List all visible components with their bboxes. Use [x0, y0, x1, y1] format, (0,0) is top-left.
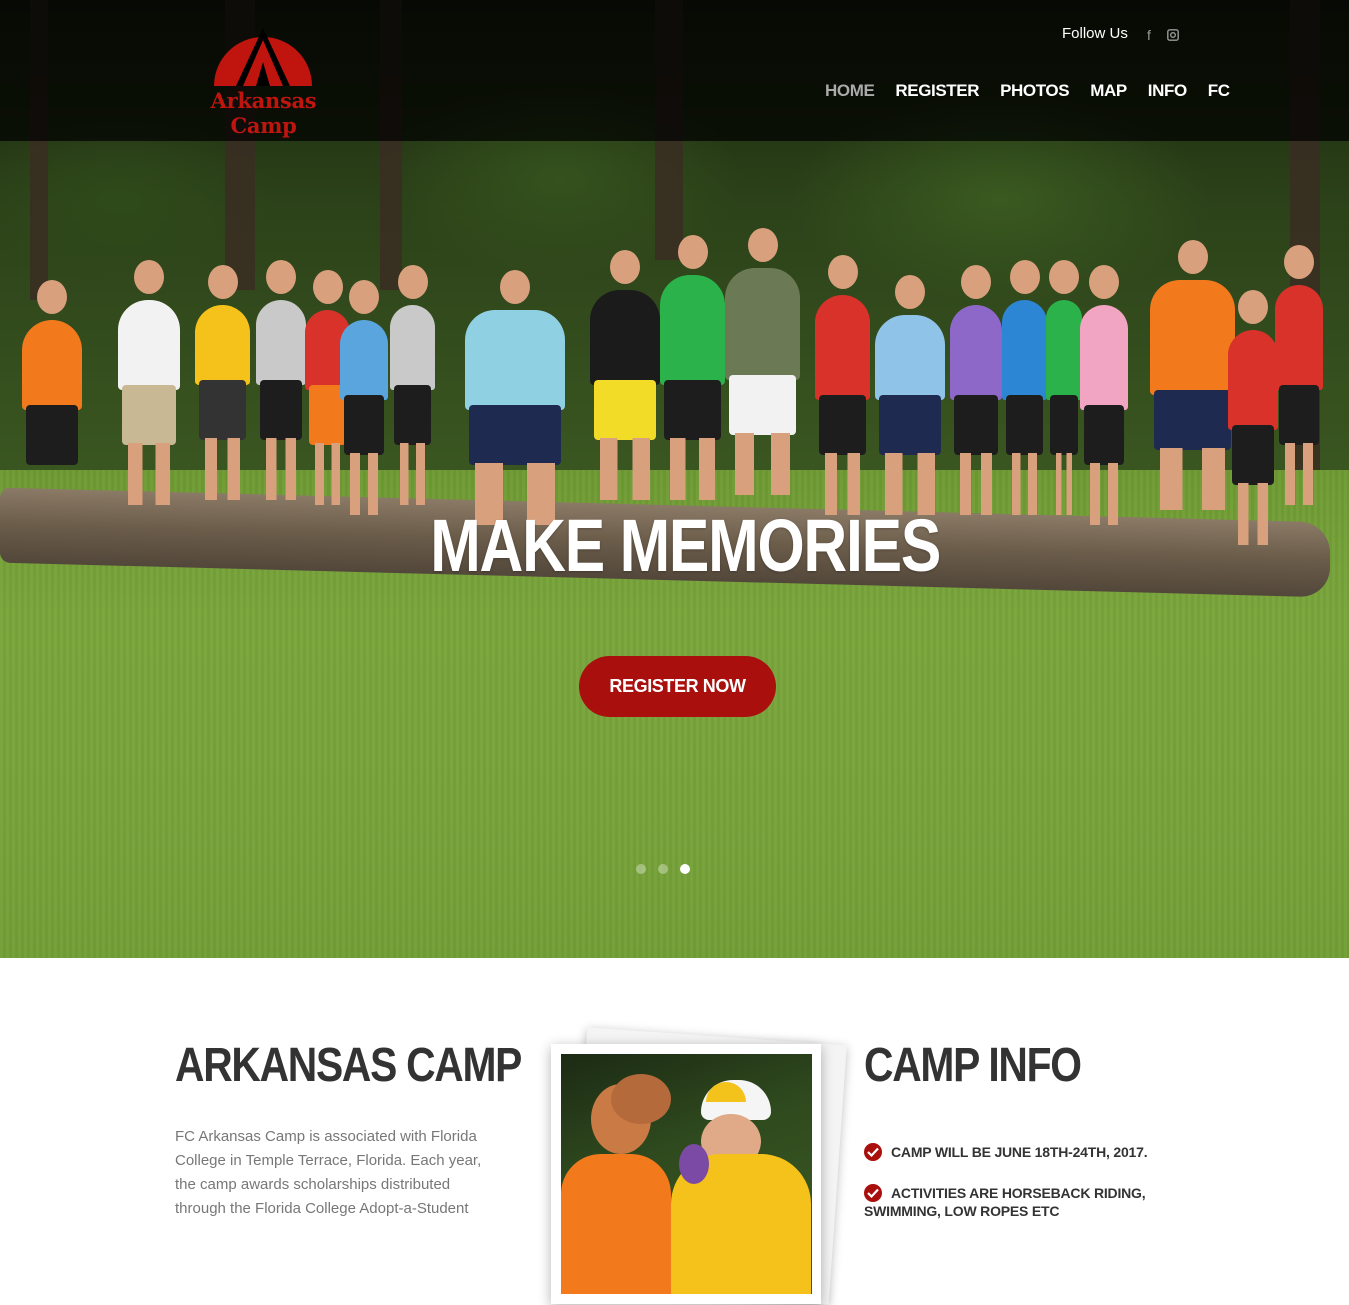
photo-card — [551, 1044, 821, 1304]
facebook-icon[interactable]: f — [1142, 27, 1156, 43]
info-item-text: CAMP WILL BE JUNE 18TH-24TH, 2017. — [891, 1144, 1148, 1160]
slider-pagination — [636, 864, 690, 876]
check-circle-icon — [864, 1143, 882, 1161]
camp-info-title: CAMP INFO — [864, 1039, 1082, 1092]
slider-dot[interactable] — [658, 864, 668, 874]
photo-stack — [548, 1027, 848, 1305]
camper-figure — [1150, 240, 1235, 510]
hero-slider: MAKE MEMORIES REGISTER NOW — [0, 0, 1349, 958]
info-list-item: ACTIVITIES ARE HORSEBACK RIDING, SWIMMIN… — [864, 1184, 1164, 1220]
check-circle-icon — [864, 1184, 882, 1202]
camper-figure — [22, 280, 82, 465]
logo-text: Arkansas Camp — [210, 88, 317, 138]
info-list-item: CAMP WILL BE JUNE 18TH-24TH, 2017. — [864, 1143, 1164, 1161]
camper-figure — [118, 260, 180, 505]
slider-dot[interactable] — [636, 864, 646, 874]
about-body: FC Arkansas Camp is associated with Flor… — [175, 1128, 482, 1217]
camper-figure — [1080, 265, 1128, 525]
camper-figure — [725, 228, 800, 495]
nav-item-info[interactable]: INFO — [1148, 78, 1187, 106]
instagram-icon[interactable] — [1166, 27, 1180, 43]
camper-figure — [660, 235, 725, 500]
nav-item-register[interactable]: REGISTER — [895, 78, 979, 106]
camper-figure — [815, 255, 870, 515]
main-nav: HOME REGISTER PHOTOS MAP INFO FC — [825, 78, 1230, 106]
about-title: ARKANSAS CAMP — [175, 1039, 522, 1092]
site-header: Arkansas Camp Follow Us f HOME REGISTER … — [0, 0, 1349, 141]
camper-figure — [390, 265, 435, 505]
register-now-button[interactable]: REGISTER NOW — [579, 656, 776, 717]
nav-item-home[interactable]: HOME — [825, 78, 875, 106]
slider-dot-active[interactable] — [680, 864, 690, 874]
camper-figure — [590, 250, 660, 500]
camper-figure — [1046, 260, 1082, 515]
nav-item-map[interactable]: MAP — [1090, 78, 1127, 106]
camper-figure — [1228, 290, 1278, 545]
camper-figure — [875, 275, 945, 515]
site-logo[interactable]: Arkansas Camp — [176, 14, 351, 138]
follow-us-label: Follow Us — [1062, 25, 1128, 42]
nav-item-fc[interactable]: FC — [1208, 78, 1230, 106]
camper-figure — [950, 265, 1002, 515]
camper-figure — [195, 265, 250, 500]
hero-title: MAKE MEMORIES — [430, 504, 941, 587]
camper-figure — [1275, 245, 1323, 505]
camp-photo — [561, 1054, 812, 1294]
nav-item-photos[interactable]: PHOTOS — [1000, 78, 1069, 106]
camper-figure — [465, 270, 565, 525]
camper-figure — [340, 280, 388, 515]
info-item-text: ACTIVITIES ARE HORSEBACK RIDING, SWIMMIN… — [864, 1185, 1146, 1219]
camper-figure — [1002, 260, 1047, 515]
camper-figure — [256, 260, 306, 500]
